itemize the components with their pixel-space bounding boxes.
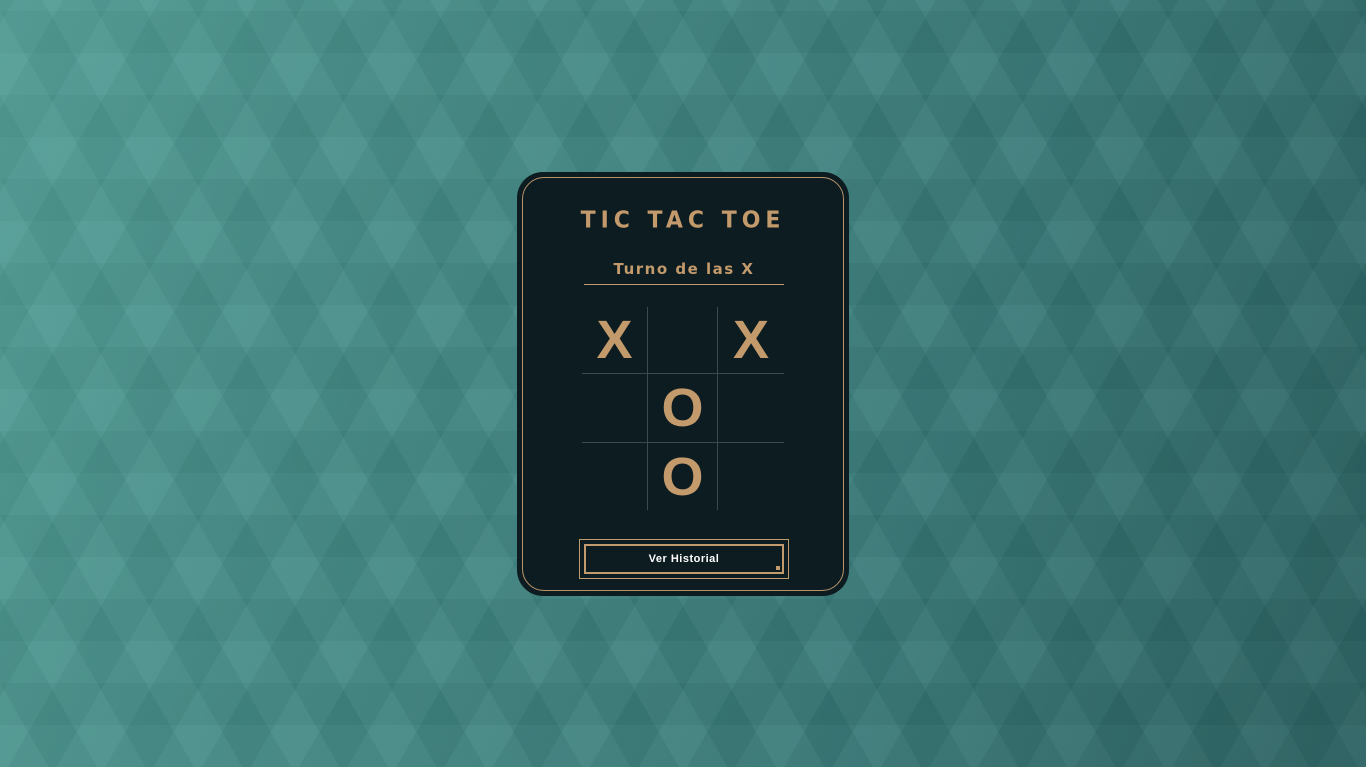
game-title: TIC TAC TOE	[580, 207, 786, 234]
game-board: X X O O	[582, 307, 784, 510]
board-cell-2-1[interactable]: O	[648, 443, 718, 510]
board-cell-1-1[interactable]: O	[648, 374, 718, 443]
turn-indicator: Turno de las X	[584, 260, 784, 285]
board-cell-0-2[interactable]: X	[718, 307, 784, 374]
board-cell-1-0[interactable]	[582, 374, 648, 443]
board-cell-0-1[interactable]	[648, 307, 718, 374]
history-button-label: Ver Historial	[648, 553, 720, 565]
button-corner-accent	[776, 566, 780, 570]
history-button-frame: Ver Historial	[579, 539, 789, 579]
board-cell-0-0[interactable]: X	[582, 307, 648, 374]
board-cell-2-0[interactable]	[582, 443, 648, 510]
history-button[interactable]: Ver Historial	[584, 544, 784, 574]
board-cell-2-2[interactable]	[718, 443, 784, 510]
board-cell-1-2[interactable]	[718, 374, 784, 443]
